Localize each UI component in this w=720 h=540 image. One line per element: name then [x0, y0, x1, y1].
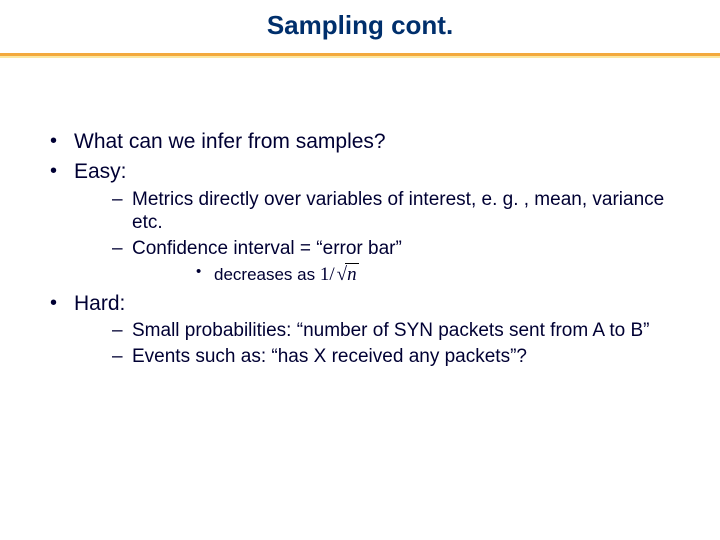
bullet-3: Hard: Small probabilities: “number of SY… [40, 291, 680, 369]
bullet-2: Easy: Metrics directly over variables of… [40, 159, 680, 286]
formula-radicand: n [345, 263, 359, 285]
bullet-list: What can we infer from samples? Easy: Me… [40, 129, 680, 368]
bullet-3-2: Events such as: “has X received any pack… [74, 345, 680, 369]
content-area: What can we infer from samples? Easy: Me… [0, 59, 720, 368]
bullet-1-text: What can we infer from samples? [74, 130, 386, 153]
bullet-2-2-1: decreases as 1/n [132, 263, 680, 287]
slide: Sampling cont. What can we infer from sa… [0, 0, 720, 540]
bullet-1: What can we infer from samples? [40, 129, 680, 155]
bullet-3-1: Small probabilities: “number of SYN pack… [74, 319, 680, 343]
rule-yellow [0, 56, 720, 58]
bullet-2-2-1-text: decreases as [214, 265, 320, 284]
bullet-3-sublist: Small probabilities: “number of SYN pack… [74, 319, 680, 369]
sqrt-icon: n [335, 263, 359, 287]
bullet-2-1-text: Metrics directly over variables of inter… [132, 189, 664, 234]
formula-one-over-sqrt-n: 1/n [320, 264, 359, 285]
formula-numerator: 1 [320, 264, 330, 285]
title-rule [0, 53, 720, 59]
bullet-2-sublist: Metrics directly over variables of inter… [74, 188, 680, 287]
bullet-2-text: Easy: [74, 160, 127, 183]
bullet-2-2-text: Confidence interval = “error bar” [132, 238, 402, 259]
slide-title: Sampling cont. [0, 0, 720, 51]
bullet-2-2-sublist: decreases as 1/n [132, 263, 680, 287]
bullet-3-text: Hard: [74, 292, 125, 315]
bullet-2-1: Metrics directly over variables of inter… [74, 188, 680, 236]
bullet-3-2-text: Events such as: “has X received any pack… [132, 346, 527, 367]
bullet-2-2: Confidence interval = “error bar” decrea… [74, 237, 680, 287]
bullet-3-1-text: Small probabilities: “number of SYN pack… [132, 320, 649, 341]
